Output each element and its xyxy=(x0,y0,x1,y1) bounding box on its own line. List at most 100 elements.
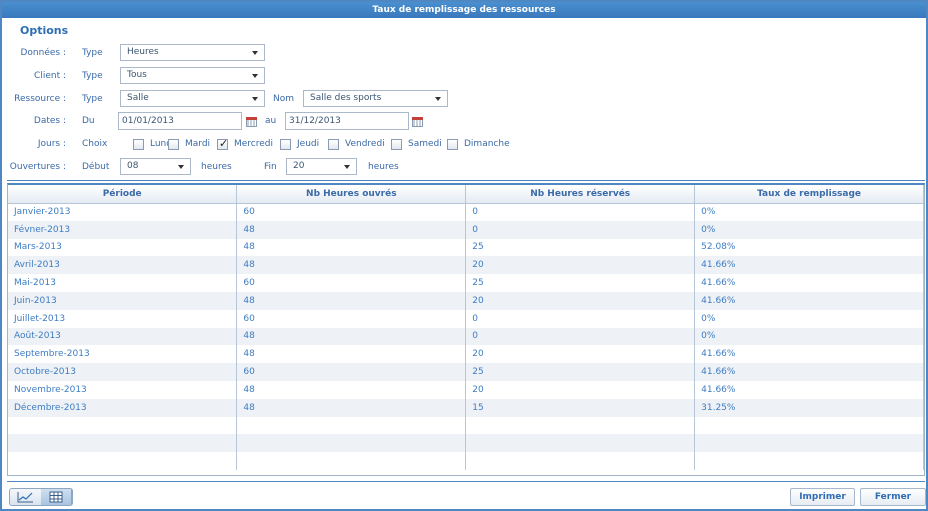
day-label: Dimanche xyxy=(464,139,510,149)
calendar-icon[interactable] xyxy=(246,117,257,127)
empty-cell xyxy=(465,416,696,435)
column-header[interactable]: Nb Heures réservés xyxy=(465,185,696,204)
day-checkbox-dimanche[interactable] xyxy=(447,139,458,150)
report-window: Taux de remplissage des ressources Optio… xyxy=(0,0,928,511)
day-checkbox-samedi[interactable] xyxy=(391,139,402,150)
window-title: Taux de remplissage des ressources xyxy=(2,2,926,18)
jours-label: Jours : xyxy=(37,139,66,149)
table-cell: 48 xyxy=(236,256,467,275)
table-cell: Octobre-2013 xyxy=(8,363,238,381)
day-label: Jeudi xyxy=(297,139,320,149)
donnees-type-select[interactable]: Heures xyxy=(120,44,265,61)
table-cell: 15 xyxy=(465,398,696,417)
table-row[interactable]: Juillet-2013 60 0 0% xyxy=(8,309,924,328)
divider xyxy=(7,180,925,181)
client-type-select[interactable]: Tous xyxy=(120,67,265,84)
ouvertures-debut-label: Début xyxy=(82,162,110,172)
table-cell: 25 xyxy=(465,363,696,381)
table-cell: 60 xyxy=(236,274,467,292)
ressource-type-select[interactable]: Salle xyxy=(120,90,265,107)
column-header[interactable]: Nb Heures ouvrés xyxy=(236,185,467,204)
chevron-down-icon xyxy=(435,97,441,101)
table-cell: 41.66% xyxy=(694,363,924,381)
ouvertures-fin-label: Fin xyxy=(264,162,277,172)
table-cell: 31.25% xyxy=(694,398,924,417)
empty-cell xyxy=(465,434,696,453)
chevron-down-icon xyxy=(344,165,350,169)
calendar-icon[interactable] xyxy=(412,117,423,127)
table-cell: 60 xyxy=(236,309,467,328)
table-cell: 0% xyxy=(694,220,924,239)
table-row[interactable]: Août-2013 48 0 0% xyxy=(8,327,924,346)
column-header[interactable]: Taux de remplissage xyxy=(694,185,924,204)
chart-view-button[interactable] xyxy=(10,489,41,505)
table-row[interactable]: Janvier-2013 60 0 0% xyxy=(8,203,924,221)
day-checkbox-lundi[interactable] xyxy=(133,139,144,150)
chevron-down-icon xyxy=(252,74,258,78)
client-label: Client : xyxy=(34,71,66,81)
ressource-type-value: Salle xyxy=(127,93,149,103)
chevron-down-icon xyxy=(252,97,258,101)
table-cell: 60 xyxy=(236,203,467,221)
ressource-type-label: Type xyxy=(82,94,103,104)
table-row[interactable]: Décembre-2013 48 15 31.25% xyxy=(8,398,924,417)
day-checkbox-mercredi[interactable] xyxy=(217,137,228,150)
view-toggle xyxy=(9,488,73,506)
table-row[interactable]: Mai-2013 60 25 41.66% xyxy=(8,274,924,292)
debut-hour-select[interactable]: 08 xyxy=(120,158,191,175)
donnees-label: Données : xyxy=(20,48,66,58)
grid-body: Janvier-2013 60 0 0% Févner-2013 48 0 0% Mars-20… xyxy=(8,203,924,470)
client-type-value: Tous xyxy=(127,70,147,80)
empty-row xyxy=(8,452,924,470)
table-cell: 0% xyxy=(694,203,924,221)
fin-hour-select[interactable]: 20 xyxy=(286,158,357,175)
date-from-input[interactable]: 01/01/2013 xyxy=(118,112,242,130)
table-cell: 48 xyxy=(236,291,467,310)
grid-view-button[interactable] xyxy=(40,489,72,505)
table-cell: 0 xyxy=(465,220,696,239)
day-checkbox-vendredi[interactable] xyxy=(328,139,339,150)
table-row[interactable]: Avril-2013 48 20 41.66% xyxy=(8,256,924,275)
print-button[interactable]: Imprimer xyxy=(790,488,855,506)
table-row[interactable]: Septembre-2013 48 20 41.66% xyxy=(8,345,924,364)
ressource-nom-value: Salle des sports xyxy=(310,93,382,103)
dates-label: Dates : xyxy=(33,116,66,126)
donnees-type-value: Heures xyxy=(127,47,159,57)
debut-hour-value: 08 xyxy=(127,161,139,171)
table-cell: 20 xyxy=(465,345,696,364)
ressource-nom-select[interactable]: Salle des sports xyxy=(303,90,448,107)
table-cell: 25 xyxy=(465,274,696,292)
empty-cell xyxy=(694,452,924,470)
table-cell: 0% xyxy=(694,309,924,328)
table-cell: Mai-2013 xyxy=(8,274,238,292)
table-row[interactable]: Octobre-2013 60 25 41.66% xyxy=(8,363,924,381)
table-row[interactable]: Novembre-2013 48 20 41.66% xyxy=(8,380,924,399)
table-row[interactable]: Févner-2013 48 0 0% xyxy=(8,220,924,239)
table-cell: 0% xyxy=(694,327,924,346)
empty-cell xyxy=(8,416,238,435)
table-cell: Décembre-2013 xyxy=(8,398,238,417)
table-cell: 41.66% xyxy=(694,345,924,364)
divider xyxy=(7,481,925,482)
day-label: Vendredi xyxy=(345,139,385,149)
ressource-label: Ressource : xyxy=(14,94,66,104)
grid-icon xyxy=(49,491,63,503)
table-row[interactable]: Mars-2013 48 25 52.08% xyxy=(8,238,924,257)
table-cell: 20 xyxy=(465,256,696,275)
fin-hour-value: 20 xyxy=(293,161,305,171)
table-row[interactable]: Juin-2013 48 20 41.66% xyxy=(8,291,924,310)
table-cell: 60 xyxy=(236,363,467,381)
close-button[interactable]: Fermer xyxy=(860,488,926,506)
table-cell: 48 xyxy=(236,327,467,346)
day-checkbox-mardi[interactable] xyxy=(168,139,179,150)
date-to-input[interactable]: 31/12/2013 xyxy=(285,112,409,130)
grid-header-row: Période Nb Heures ouvrés Nb Heures réservé… xyxy=(8,185,924,204)
day-label: Mardi xyxy=(185,139,211,149)
table-cell: 20 xyxy=(465,291,696,310)
table-cell: 25 xyxy=(465,238,696,257)
table-cell: 48 xyxy=(236,380,467,399)
empty-cell xyxy=(8,452,238,470)
table-cell: 48 xyxy=(236,345,467,364)
column-header[interactable]: Période xyxy=(8,185,238,204)
day-checkbox-jeudi[interactable] xyxy=(280,139,291,150)
